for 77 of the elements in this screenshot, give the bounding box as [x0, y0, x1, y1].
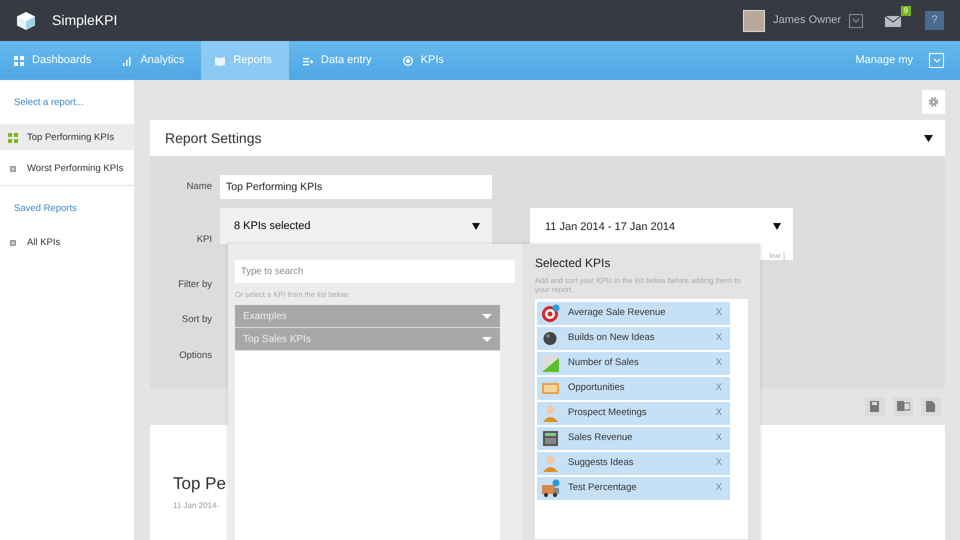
caret-icon	[773, 223, 781, 230]
target-icon	[541, 304, 560, 323]
nav-tab[interactable]: Reports	[201, 41, 289, 80]
field-label: Options	[178, 348, 212, 362]
help-button[interactable]: ?	[925, 11, 944, 30]
kpi-group-header[interactable]: Examples	[235, 305, 500, 328]
growth-chart-icon	[541, 354, 560, 373]
square-icon	[8, 164, 18, 174]
chevron-icon	[932, 58, 940, 63]
remove-button[interactable]: X	[716, 306, 722, 321]
dropdown-toggle-box[interactable]	[849, 14, 863, 28]
sidebar-item[interactable]: All KPIs	[0, 230, 134, 256]
settings-button[interactable]	[922, 90, 945, 114]
remove-button[interactable]: X	[716, 456, 722, 471]
selected-kpi-item[interactable]: Builds on New Ideas X	[537, 327, 730, 350]
bar-chart-icon	[122, 56, 132, 66]
remove-button[interactable]: X	[716, 406, 722, 421]
grid-icon	[14, 56, 24, 66]
calculator-icon	[541, 429, 560, 448]
nav-tab[interactable]: Dashboards	[0, 41, 108, 80]
remove-button[interactable]: X	[716, 331, 722, 346]
person-icon	[541, 404, 560, 423]
nav-tab[interactable]: Analytics	[108, 41, 202, 80]
report-title: Top Pe	[173, 473, 226, 495]
section-title: Report Settings	[165, 128, 262, 148]
document-icon	[924, 400, 938, 413]
remove-button[interactable]: X	[716, 481, 722, 496]
field-label: KPI	[196, 233, 212, 247]
kpi-select[interactable]: 8 KPIs selected	[220, 208, 492, 244]
report-date: 11 Jan 2014-	[173, 500, 220, 512]
remove-button[interactable]: X	[716, 381, 722, 396]
sidebar-item[interactable]: Worst Performing KPIs	[0, 156, 134, 182]
search-field[interactable]: Type to search	[235, 260, 515, 283]
caret-icon[interactable]	[924, 134, 933, 142]
settings-icon	[928, 96, 939, 108]
truck-icon	[541, 479, 560, 498]
caret-icon	[482, 314, 492, 319]
chevron-icon	[852, 18, 860, 23]
book-icon	[215, 56, 226, 66]
caret-icon	[482, 336, 492, 342]
saved-reports-heading: Saved Reports	[13, 202, 78, 216]
selected-kpi-item[interactable]: Opportunities X	[537, 377, 730, 400]
field-label: Name	[186, 180, 212, 194]
export-button[interactable]	[921, 398, 941, 416]
spreadsheet-icon	[896, 400, 910, 413]
grid-icon	[8, 132, 18, 143]
nav-tab[interactable]: KPIs	[388, 41, 461, 80]
nav-tab[interactable]: Data entry	[288, 41, 389, 80]
target-icon	[402, 56, 413, 66]
name-input-field[interactable]: Top Performing KPIs	[220, 175, 492, 199]
export-button[interactable]	[893, 398, 913, 416]
person-icon	[541, 454, 560, 473]
square-icon	[8, 238, 18, 248]
cube-icon	[16, 10, 36, 30]
export-button[interactable]	[865, 398, 885, 416]
mail-icon[interactable]	[885, 16, 901, 26]
selected-kpi-item[interactable]: Sales Revenue X	[537, 427, 730, 450]
list-plus-icon	[302, 56, 313, 66]
select-report-link[interactable]: Select a report...	[0, 80, 134, 124]
selected-kpi-item[interactable]: Suggests Ideas X	[537, 452, 730, 475]
avatar-placeholder	[743, 10, 766, 32]
save-icon	[868, 400, 882, 413]
selected-kpi-item[interactable]: Number of Sales X	[537, 352, 730, 375]
selected-kpi-item[interactable]: Test Percentage X	[537, 477, 730, 500]
app-title: SimpleKPI	[52, 11, 118, 30]
field-label: Filter by	[177, 278, 212, 292]
manage-menu-label[interactable]: Manage my	[856, 52, 913, 69]
remove-button[interactable]: X	[716, 431, 722, 446]
selected-kpi-item[interactable]: Prospect Meetings X	[537, 402, 730, 425]
remove-button[interactable]: X	[716, 356, 722, 371]
sidebar-item[interactable]: Top Performing KPIs	[0, 125, 134, 150]
selected-kpi-item[interactable]: Average Sale Revenue X	[537, 302, 730, 325]
caret-icon	[472, 222, 480, 230]
message-count: 9	[900, 6, 911, 16]
user-name[interactable]: James Owner	[773, 12, 841, 29]
kpi-group-header[interactable]: Top Sales KPIs	[235, 328, 500, 352]
field-label: Sort by	[180, 313, 212, 328]
